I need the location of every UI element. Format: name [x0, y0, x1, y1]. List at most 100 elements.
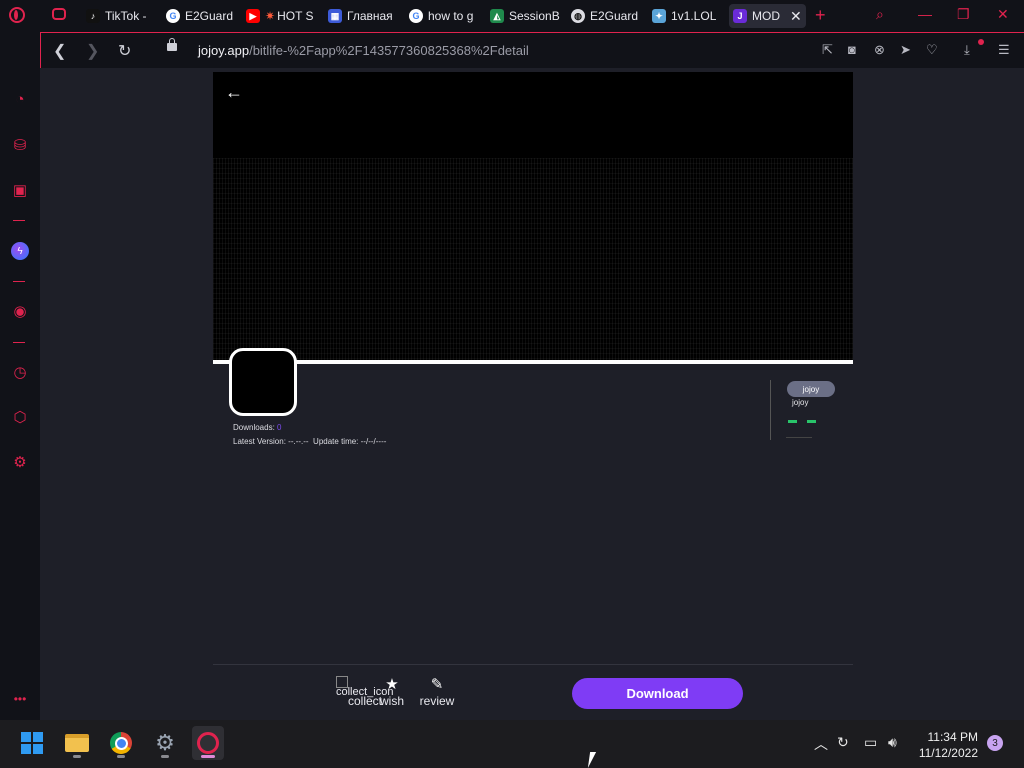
- shopping-icon[interactable]: ⛁: [11, 136, 29, 154]
- pencil-icon: ✎: [430, 676, 444, 693]
- address-toolbar: ❮ ❯ ↻ jojoy.app/bitlife-%2Fapp%2F1435773…: [40, 32, 1024, 68]
- start-button[interactable]: [16, 726, 48, 760]
- rating-dash: [807, 420, 816, 423]
- taskbar-settings[interactable]: ⚙: [149, 726, 181, 760]
- restore-icon[interactable]: ❐: [957, 6, 970, 23]
- share-icon[interactable]: ⇱: [822, 42, 833, 58]
- forward-icon[interactable]: ❯: [86, 41, 99, 61]
- snapshot-icon[interactable]: ◙: [848, 42, 856, 57]
- messenger-icon[interactable]: ϟ: [11, 242, 29, 260]
- close-tab-icon[interactable]: ✕: [790, 8, 802, 25]
- app-icon: [229, 348, 297, 416]
- notification-badge[interactable]: 3: [987, 735, 1003, 751]
- star-icon: ★: [385, 676, 399, 693]
- tab-tiktok[interactable]: ♪ TikTok -: [86, 4, 147, 28]
- speed-dial-icon[interactable]: ◔: [11, 90, 29, 108]
- download-button[interactable]: Download: [572, 678, 743, 709]
- jojoy-logo[interactable]: jojoy: [787, 381, 835, 397]
- opera-icon: [197, 732, 219, 754]
- tab-e2guard-1[interactable]: G E2Guard: [166, 4, 233, 28]
- download-badge: [978, 39, 984, 45]
- review-label: review: [419, 694, 455, 708]
- side-divider: [770, 380, 771, 440]
- sidebar-separator: [13, 281, 25, 282]
- update-time-value: --/--/----: [360, 437, 387, 446]
- new-tab-icon[interactable]: +: [815, 5, 826, 26]
- opera-logo-icon[interactable]: [9, 7, 25, 23]
- globe-icon: ◍: [571, 9, 585, 23]
- grid-icon: ▦: [328, 9, 342, 23]
- send-icon[interactable]: ➤: [900, 42, 911, 58]
- url-domain: jojoy.app: [198, 43, 250, 58]
- tab-mod-active[interactable]: J MOD ✕: [729, 4, 806, 28]
- latest-version-value: --.--.--: [288, 437, 309, 446]
- downloads-value: 0: [277, 423, 282, 432]
- sidebar: ◔ ⛁ ▣ ϟ ◉ ◷ ⬡ ⚙ •••: [0, 32, 40, 720]
- page-content: ← Downloads: 0 Latest Version: --.--.-- …: [41, 68, 1024, 720]
- update-time-label: Update time:: [313, 437, 359, 446]
- sync-icon[interactable]: ↻: [837, 734, 849, 751]
- extensions-icon[interactable]: ⬡: [11, 408, 29, 426]
- running-indicator: [73, 755, 81, 758]
- gear-icon: ⚙: [155, 730, 175, 755]
- downloads-label: Downloads:: [233, 423, 275, 432]
- google-icon: G: [166, 9, 180, 23]
- network-icon[interactable]: ▭: [864, 734, 877, 751]
- tiktok-icon: ♪: [86, 9, 100, 23]
- side-underline: [786, 437, 812, 438]
- clock[interactable]: 11:34 PM 11/12/2022: [914, 729, 978, 761]
- chrome-icon: [110, 732, 132, 754]
- taskbar-chrome[interactable]: [105, 726, 137, 760]
- session-icon: ◭: [490, 9, 504, 23]
- close-window-icon[interactable]: ✕: [997, 6, 1009, 23]
- sidebar-separator: [13, 342, 25, 343]
- banner-image: [213, 158, 853, 364]
- jojoy-icon: J: [733, 9, 747, 23]
- running-indicator: [201, 755, 215, 758]
- tab-hot[interactable]: ▶ ✷ HOT S: [246, 4, 314, 28]
- tab-how-to[interactable]: G how to g: [409, 4, 473, 28]
- action-bar-divider: [213, 664, 853, 665]
- tab-e2guard-2[interactable]: ◍ E2Guard: [571, 4, 638, 28]
- tab-strip: ♪ TikTok - G E2Guard ▶ ✷ HOT S ▦ Главная…: [0, 0, 1024, 32]
- volume-icon[interactable]: 🔊︎: [888, 734, 897, 751]
- back-arrow-icon[interactable]: ←: [225, 82, 243, 103]
- sidebar-separator: [13, 220, 25, 221]
- youtube-icon: ▶: [246, 9, 260, 23]
- search-tabs-icon[interactable]: ⌕: [876, 6, 884, 23]
- settings-icon[interactable]: ⚙: [11, 453, 29, 471]
- minimize-icon[interactable]: —: [918, 6, 932, 22]
- taskbar-file-explorer[interactable]: [61, 726, 93, 760]
- running-indicator: [161, 755, 169, 758]
- windows-logo-icon: [21, 732, 43, 754]
- folder-icon: [65, 734, 89, 752]
- reload-icon[interactable]: ↻: [118, 41, 131, 61]
- clock-time: 11:34 PM: [927, 730, 978, 744]
- rating-dash: [788, 420, 797, 423]
- easy-setup-icon[interactable]: ☰: [998, 42, 1010, 58]
- banner-edge: [213, 360, 853, 364]
- taskbar: ⚙ ︿ ↻ ▭ 🔊︎ 11:34 PM 11/12/2022: [0, 720, 1024, 768]
- show-hidden-icons[interactable]: ︿: [814, 734, 828, 754]
- clock-date: 11/12/2022: [918, 746, 978, 760]
- tab-glavnaya[interactable]: ▦ Главная: [328, 4, 393, 28]
- more-icon[interactable]: •••: [11, 690, 29, 708]
- latest-version-label: Latest Version:: [233, 437, 286, 446]
- gamepad-icon[interactable]: [52, 8, 66, 20]
- twitch-icon[interactable]: ▣: [11, 181, 29, 199]
- heart-icon[interactable]: ♡: [926, 42, 938, 58]
- tab-1v1lol[interactable]: ✦ 1v1.LOL: [652, 4, 716, 28]
- review-button[interactable]: ✎ review: [417, 676, 457, 708]
- jojoy-label: jojoy: [792, 398, 809, 407]
- player-icon[interactable]: ◉: [11, 302, 29, 320]
- lock-icon[interactable]: [167, 38, 177, 51]
- download-icon[interactable]: ⤓: [964, 42, 970, 58]
- app-banner: ←: [213, 72, 853, 364]
- tab-sessionb[interactable]: ◭ SessionB: [490, 4, 560, 28]
- taskbar-opera[interactable]: [192, 726, 224, 760]
- address-field[interactable]: jojoy.app/bitlife-%2Fapp%2F1435773608253…: [198, 43, 529, 58]
- adblock-icon[interactable]: ⊗: [874, 42, 885, 58]
- wish-button[interactable]: ★ wish: [377, 676, 407, 708]
- history-icon[interactable]: ◷: [11, 363, 29, 381]
- back-icon[interactable]: ❮: [53, 41, 66, 61]
